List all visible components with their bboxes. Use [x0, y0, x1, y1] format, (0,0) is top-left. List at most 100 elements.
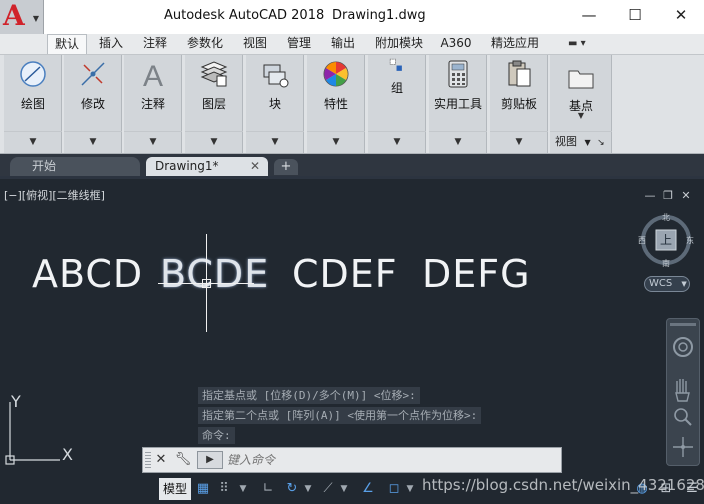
panel-label: 块	[268, 97, 281, 111]
compass-south[interactable]: 南	[662, 258, 670, 269]
panel-annotation[interactable]: A 注释 ▼	[124, 55, 182, 153]
viewport-close-icon[interactable]: ✕	[679, 190, 693, 202]
compass-west[interactable]: 西	[638, 235, 646, 246]
panel-group[interactable]: 组 ▼	[368, 55, 426, 153]
tab-insert[interactable]: 插入	[91, 34, 131, 54]
chevron-down-icon[interactable]: ▼	[429, 131, 487, 153]
watermark-text: https://blog.csdn.net/weixin_4321628	[422, 476, 704, 494]
polar-tracking-icon[interactable]: ↻	[282, 478, 302, 500]
layers-icon	[200, 61, 228, 87]
close-icon[interactable]: ✕	[151, 451, 171, 469]
chevron-down-icon[interactable]: ▼	[404, 478, 416, 500]
chevron-down-icon[interactable]: ▼	[4, 131, 62, 153]
new-tab-button[interactable]: +	[274, 159, 298, 175]
model-space-button[interactable]: 模型	[159, 478, 191, 500]
tab-start[interactable]: 开始	[10, 157, 140, 176]
chevron-down-icon[interactable]: ▼	[64, 131, 122, 153]
chevron-down-icon[interactable]: ▼	[338, 478, 350, 500]
text-defg[interactable]: DEFG	[422, 252, 531, 296]
compass-north[interactable]: 北	[662, 212, 670, 223]
object-snap-tracking-icon[interactable]: ∠	[358, 478, 378, 500]
viewport-controls[interactable]: [−][俯视][二维线框]	[4, 187, 105, 203]
text-abcd[interactable]: ABCD	[32, 252, 143, 296]
navigation-bar-icons	[670, 323, 696, 457]
tab-output[interactable]: 输出	[323, 34, 363, 54]
clipboard-icon	[508, 60, 531, 87]
chevron-down-icon[interactable]: ▼	[307, 131, 365, 153]
chevron-down-icon: ▼	[32, 14, 39, 23]
panel-view[interactable]: 基点 ▼ 视图 ▼ ↘	[550, 55, 612, 153]
command-history-line: 指定基点或 [位移(D)/多个(M)] <位移>:	[198, 387, 420, 404]
svg-text:A: A	[143, 60, 163, 89]
autocad-logo-icon: A	[3, 0, 25, 32]
group-icon	[389, 58, 402, 71]
navigation-bar	[666, 318, 700, 466]
grid-icon[interactable]: ▦	[193, 478, 213, 500]
maximize-button[interactable]: ☐	[612, 0, 658, 30]
tab-manage[interactable]: 管理	[279, 34, 319, 54]
tab-drawing1[interactable]: Drawing1* ✕	[146, 157, 268, 176]
tab-home[interactable]: 默认	[47, 34, 87, 54]
viewport-minimize-icon[interactable]: —	[643, 190, 657, 202]
tab-addins[interactable]: 附加模块	[367, 34, 431, 54]
panel-properties[interactable]: 特性 ▼	[307, 55, 365, 153]
tab-annotate[interactable]: 注释	[135, 34, 175, 54]
chevron-down-icon[interactable]: ▼	[246, 131, 304, 153]
minimize-button[interactable]: —	[566, 0, 612, 30]
chevron-down-icon[interactable]: ▼	[368, 131, 426, 153]
chevron-down-icon[interactable]: ▼	[185, 131, 243, 153]
tab-parametric[interactable]: 参数化	[179, 34, 231, 54]
close-icon[interactable]: ✕	[250, 157, 260, 175]
ribbon-minimize-toggle[interactable]: ▬ ▾	[568, 38, 598, 50]
ortho-icon[interactable]: ∟	[258, 478, 278, 500]
chevron-down-icon[interactable]: ▼	[490, 131, 548, 153]
viewport-restore-icon[interactable]: ❐	[661, 190, 675, 202]
tab-view[interactable]: 视图	[235, 34, 275, 54]
close-button[interactable]: ✕	[658, 0, 704, 30]
panel-modify[interactable]: 修改 ▼	[64, 55, 122, 153]
chevron-down-icon[interactable]: ▼	[124, 131, 182, 153]
command-history-line: 指定第二个点或 [阵列(A)] <使用第一个点作为位移>:	[198, 407, 482, 424]
application-menu-button[interactable]: A ▼	[0, 0, 44, 34]
command-history-line: 命令:	[198, 427, 235, 444]
wcs-label: WCS	[649, 278, 673, 289]
compass-east[interactable]: 东	[686, 235, 694, 246]
panel-clipboard[interactable]: 剪贴板 ▼	[490, 55, 548, 153]
dialog-launcher-icon[interactable]: ↘	[597, 138, 605, 148]
isodraft-icon[interactable]: ⟋	[318, 478, 338, 500]
properties-icon	[323, 61, 349, 87]
view-panel-footer[interactable]: 视图 ▼ ↘	[550, 131, 612, 153]
panel-layers[interactable]: 图层 ▼	[185, 55, 243, 153]
tab-featured-apps[interactable]: 精选应用	[481, 34, 549, 54]
autocad-window: A ▼ Autodesk AutoCAD 2018 Drawing1.dwg —…	[0, 0, 704, 504]
panel-block[interactable]: 块 ▼	[246, 55, 304, 153]
view-panel-title: 视图	[555, 135, 577, 148]
document-title: Drawing1.dwg	[332, 8, 426, 23]
crosshair-pickbox	[202, 279, 211, 288]
snap-icon[interactable]: ⠿	[214, 478, 234, 500]
wrench-icon[interactable]: 🔧︎	[173, 451, 193, 469]
object-snap-icon[interactable]: ◻	[384, 478, 404, 500]
ribbon: 绘图 ▼ 修改 ▼ A 注释 ▼ 图层 ▼ 块 ▼ 特性 ▼ 组 ▼ 实用工具 …	[0, 54, 704, 154]
panel-label: 图层	[201, 97, 226, 111]
calculator-icon	[448, 60, 468, 88]
chevron-down-icon[interactable]: ▼	[236, 478, 250, 500]
tab-a360[interactable]: A360	[435, 34, 477, 54]
document-tab-bar: 开始 Drawing1* ✕ +	[0, 154, 704, 176]
wcs-menu[interactable]: WCS ▼	[644, 276, 690, 292]
command-line: ✕ 🔧︎ ▶	[142, 447, 562, 473]
ucs-x-label: X	[62, 445, 73, 464]
command-input[interactable]	[227, 451, 557, 469]
recent-commands-button[interactable]: ▶	[197, 451, 223, 469]
ribbon-tab-bar: 默认 插入 注释 参数化 视图 管理 输出 附加模块 A360 精选应用 ▬ ▾	[0, 34, 704, 54]
viewcube-face-top[interactable]: 上	[660, 231, 672, 248]
viewcube[interactable]: 上 北 南 东 西	[638, 212, 694, 268]
panel-label: 实用工具	[433, 97, 482, 111]
panel-draw[interactable]: 绘图 ▼	[4, 55, 62, 153]
text-cdef[interactable]: CDEF	[292, 252, 398, 296]
chevron-down-icon[interactable]: ▼	[302, 478, 314, 500]
chevron-down-icon[interactable]: ▼	[550, 111, 612, 120]
panel-label: 特性	[323, 97, 348, 111]
text-bcde-selected[interactable]: BCDE	[160, 252, 269, 296]
panel-utilities[interactable]: 实用工具 ▼	[429, 55, 487, 153]
